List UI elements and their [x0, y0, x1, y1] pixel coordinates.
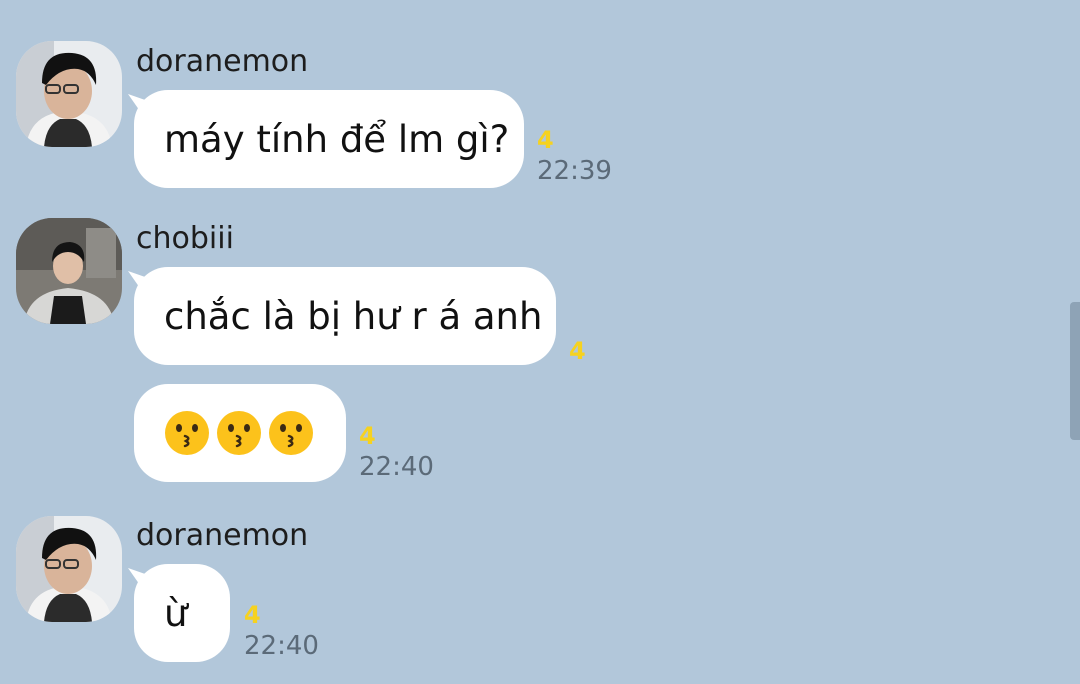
message-bubble[interactable]: chắc là bị hư r á anh — [134, 267, 556, 365]
unread-count: 4 — [537, 126, 554, 154]
kissing-face-emoji-icon — [217, 411, 261, 455]
emoji-row — [164, 410, 314, 456]
sender-name: doranemon — [136, 44, 309, 79]
unread-count: 4 — [569, 337, 586, 365]
avatar[interactable] — [16, 218, 122, 324]
timestamp: 22:40 — [359, 452, 434, 482]
message-meta: 4 22:40 — [244, 603, 319, 659]
message-bubble[interactable]: máy tính để lm gì? — [134, 90, 524, 188]
profile-photo-icon — [16, 516, 122, 622]
message-meta: 4 22:40 — [359, 424, 434, 480]
message-text: ừ — [164, 591, 188, 635]
chat-message-list[interactable]: doranemon máy tính để lm gì? 4 22:39 cho… — [0, 0, 1080, 684]
message-meta: 4 22:39 — [537, 128, 612, 184]
unread-count: 4 — [244, 601, 261, 629]
kissing-face-emoji-icon — [269, 411, 313, 455]
avatar[interactable] — [16, 41, 122, 147]
message-bubble[interactable] — [134, 384, 346, 482]
profile-photo-icon — [16, 218, 122, 324]
message-text: chắc là bị hư r á anh — [164, 294, 543, 338]
scrollbar[interactable] — [1070, 302, 1080, 440]
message-meta: 4 — [569, 339, 586, 369]
unread-count: 4 — [359, 422, 376, 450]
sender-name: chobiii — [136, 221, 234, 256]
timestamp: 22:40 — [244, 631, 319, 661]
kissing-face-emoji-icon — [165, 411, 209, 455]
message-bubble[interactable]: ừ — [134, 564, 230, 662]
sender-name: doranemon — [136, 518, 309, 553]
profile-photo-icon — [16, 41, 122, 147]
avatar[interactable] — [16, 516, 122, 622]
timestamp: 22:39 — [537, 156, 612, 186]
message-text: máy tính để lm gì? — [164, 117, 510, 161]
